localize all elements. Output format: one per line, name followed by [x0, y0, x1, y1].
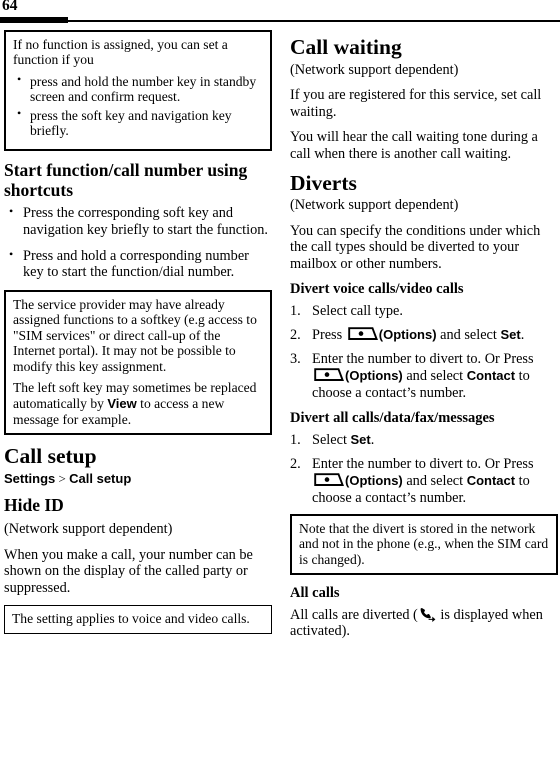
hide-id-body-text: When you make a call, your number can be…	[4, 546, 253, 596]
note-box-set-function: If no function is assigned, you can set …	[4, 30, 272, 151]
heading-call-waiting: Call waiting	[290, 35, 402, 59]
ui-term-contact: Contact	[466, 472, 516, 488]
heading-divert-voice-video-calls: Divert voice calls/video calls	[290, 281, 464, 298]
list-item: Press and hold a corresponding number ke…	[4, 247, 272, 281]
heading-hide-id: Hide ID	[4, 495, 64, 516]
hide-id-network-note: (Network support dependent)	[4, 521, 173, 537]
diverts-network-note: (Network support dependent)	[290, 197, 459, 214]
list-item: press and hold the number key in standby…	[13, 73, 263, 105]
note-box-service-provider: The service provider may have already as…	[4, 289, 272, 436]
divert-voice-steps-list: Select call type. Press (Options) and se…	[290, 303, 558, 401]
list-item: Select call type.	[290, 303, 403, 320]
all-calls-text-before-icon: All calls are diverted (	[290, 606, 418, 623]
list-item: Enter the number to divert to. Or Press …	[290, 351, 558, 402]
step-text-mid: and select	[402, 367, 467, 384]
left-column: If no function is assigned, you can set …	[4, 30, 272, 644]
header-rule-thick	[0, 17, 68, 23]
step-text-after: .	[370, 432, 375, 449]
breadcrumb-root: Settings	[4, 470, 56, 486]
shortcut-bullet-list: Press the corresponding soft key and nav…	[4, 204, 272, 281]
note-text: The setting applies to voice and video c…	[12, 611, 250, 627]
list-item: Press the corresponding soft key and nav…	[4, 204, 272, 238]
step-text-before: Select	[312, 432, 351, 449]
heading-all-calls: All calls	[290, 585, 340, 602]
step-text-mid: and select	[402, 472, 467, 489]
ui-term-view: View	[107, 395, 137, 411]
right-column: Call waiting (Network support dependent)…	[290, 30, 558, 649]
list-item: Enter the number to divert to. Or Press …	[290, 456, 558, 507]
note-intro-text: If no function is assigned, you can set …	[13, 37, 228, 68]
note-paragraph-softkey-assignment: The service provider may have already as…	[13, 296, 257, 374]
note-box-divert-storage: Note that the divert is stored in the ne…	[290, 513, 558, 576]
note-text: Note that the divert is stored in the ne…	[299, 520, 549, 567]
note-paragraph-left-softkey: The left soft key may sometimes be repla…	[13, 380, 263, 427]
ui-term-set: Set	[350, 432, 371, 448]
note-bullet-list: press and hold the number key in standby…	[13, 73, 263, 139]
list-item: press the soft key and navigation key br…	[13, 107, 263, 139]
diverts-body-text: You can specify the conditions under whi…	[290, 222, 541, 272]
page-header: 64	[0, 0, 560, 26]
header-rule-thin	[68, 20, 560, 22]
all-calls-body-text: All calls are diverted ( is displayed wh…	[290, 607, 558, 640]
call-waiting-body-2: You will hear the call waiting tone duri…	[290, 129, 538, 162]
ui-term-options: (Options)	[378, 327, 437, 343]
note-box-voice-video: The setting applies to voice and video c…	[4, 605, 272, 634]
step-text-before-key: Press	[312, 327, 346, 344]
softkey-icon	[314, 473, 344, 488]
ui-term-contact: Contact	[466, 367, 516, 383]
heading-diverts: Diverts	[290, 170, 357, 195]
call-waiting-network-note: (Network support dependent)	[290, 61, 459, 78]
divert-all-steps-list: Select Set. Enter the number to divert t…	[290, 432, 558, 506]
ui-term-set: Set	[500, 327, 521, 343]
call-divert-icon	[419, 607, 436, 622]
step-text-before-key: Enter the number to divert to. Or Press	[312, 350, 534, 367]
list-item: Press (Options) and select Set.	[290, 327, 558, 344]
ui-term-options: (Options)	[345, 472, 403, 488]
heading-call-setup: Call setup	[4, 444, 97, 469]
softkey-icon	[314, 367, 344, 383]
breadcrumb: Settings > Call setup	[4, 471, 272, 487]
page-number: 64	[2, 0, 18, 14]
step-text-after: .	[520, 327, 525, 344]
heading-divert-all-calls: Divert all calls/data/fax/messages	[290, 410, 495, 427]
list-item: Select Set.	[290, 432, 558, 449]
step-text-mid: and select	[436, 327, 501, 344]
ui-term-options: (Options)	[345, 367, 403, 383]
step-text-before-key: Enter the number to divert to. Or Press	[312, 455, 534, 472]
softkey-icon	[348, 327, 378, 342]
breadcrumb-leaf: Call setup	[69, 470, 132, 486]
call-waiting-body-1: If you are registered for this service, …	[290, 87, 542, 120]
breadcrumb-separator: >	[55, 470, 70, 486]
heading-start-function-shortcuts: Start function/call number using shortcu…	[4, 159, 248, 200]
